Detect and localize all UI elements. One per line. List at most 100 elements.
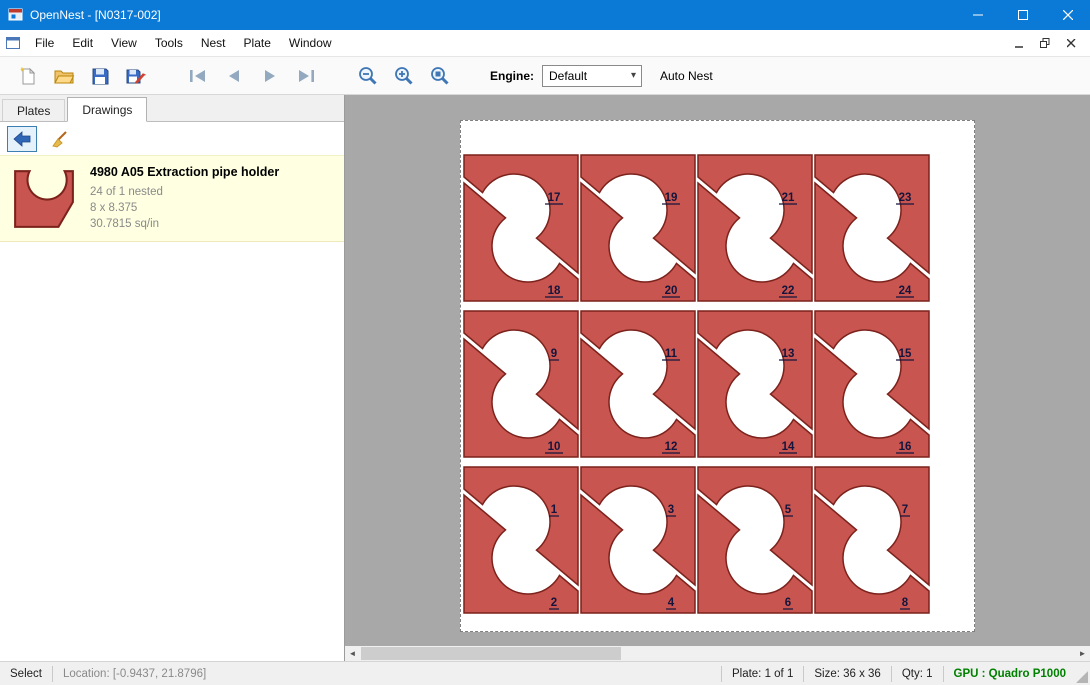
nest-pair[interactable]: 1516 [815,311,929,457]
nest-pair[interactable]: 1920 [581,155,695,301]
save-button[interactable] [82,59,118,93]
last-plate-button[interactable] [288,59,324,93]
menu-bar: File Edit View Tools Nest Plate Window [0,30,1090,57]
part-dimensions: 8 x 8.375 [90,200,279,216]
child-minimize-icon[interactable] [1008,33,1030,53]
main-toolbar: Engine: Default ▾ Auto Nest [0,57,1090,95]
resize-grip[interactable] [1076,671,1088,683]
zoom-in-button[interactable] [386,59,422,93]
previous-plate-button[interactable] [216,59,252,93]
open-file-button[interactable] [46,59,82,93]
engine-select[interactable]: Default ▾ [542,65,642,87]
part-number: 7 [902,504,908,516]
broom-icon [50,130,68,148]
part-number: 23 [899,192,912,204]
part-number: 5 [785,504,792,516]
nest-pair[interactable]: 13 14 [698,311,812,457]
nest-pair[interactable]: 11 12 [581,311,695,457]
tab-plates[interactable]: Plates [2,99,65,121]
part-nested-count: 24 of 1 nested [90,184,279,200]
app-icon [8,8,24,22]
nest-canvas[interactable]: 171819202122232491011121314151612345678 … [345,95,1090,661]
part-number: 9 [551,348,557,360]
tab-strip: Plates Drawings [0,95,344,122]
status-location: Location: [-0.9437, 21.8796] [53,662,216,685]
status-qty: Qty: 1 [892,662,943,685]
part-area: 30.7815 sq/in [90,216,279,232]
menu-file[interactable]: File [26,30,63,56]
scroll-right-icon[interactable]: ► [1075,646,1090,661]
nest-pair[interactable]: 12 [464,467,578,613]
part-number: 13 [782,348,795,360]
part-number: 18 [548,285,561,297]
part-number: 1 [551,504,558,516]
part-number: 3 [668,504,674,516]
menu-tools[interactable]: Tools [146,30,192,56]
part-number: 12 [665,441,678,453]
menu-view[interactable]: View [102,30,146,56]
nest-pair[interactable]: 56 [698,467,812,613]
part-number: 2 [551,597,557,609]
part-number: 14 [782,441,795,453]
nest-pair[interactable]: 21 22 [698,155,812,301]
nest-svg: 171819202122232491011121314151612345678 [461,121,974,631]
close-button[interactable] [1045,0,1090,30]
horizontal-scrollbar[interactable]: ◄ ► [345,646,1090,661]
status-gpu: GPU : Quadro P1000 [944,662,1076,685]
part-number: 22 [782,285,795,297]
part-number: 10 [548,441,561,453]
nest-pair[interactable]: 9 10 [464,311,578,457]
status-bar: Select Location: [-0.9437, 21.8796] Plat… [0,661,1090,685]
import-arrow-icon [13,131,31,147]
menu-nest[interactable]: Nest [192,30,235,56]
part-thumbnail [8,165,80,232]
part-number: 8 [902,597,909,609]
minimize-button[interactable] [955,0,1000,30]
status-mode: Select [0,662,52,685]
zoom-out-button[interactable] [350,59,386,93]
part-number: 15 [899,348,912,360]
plate[interactable]: 171819202122232491011121314151612345678 [460,120,975,632]
child-restore-icon[interactable] [1034,33,1056,53]
drawing-list-item[interactable]: 4980 A05 Extraction pipe holder 24 of 1 … [0,155,344,242]
part-name: 4980 A05 Extraction pipe holder [90,165,279,179]
menu-window[interactable]: Window [280,30,341,56]
part-number: 24 [899,285,912,297]
title-bar: OpenNest - [N0317-002] [0,0,1090,30]
part-number: 16 [899,441,912,453]
clear-drawings-button[interactable] [44,126,74,152]
auto-nest-label[interactable]: Auto Nest [660,69,713,83]
save-edit-button[interactable] [118,59,154,93]
status-size: Size: 36 x 36 [804,662,890,685]
menu-edit[interactable]: Edit [63,30,102,56]
part-number: 20 [665,285,678,297]
next-plate-button[interactable] [252,59,288,93]
maximize-button[interactable] [1000,0,1045,30]
first-plate-button[interactable] [180,59,216,93]
part-number: 19 [665,192,678,204]
nest-pair[interactable]: 34 [581,467,695,613]
new-file-button[interactable] [10,59,46,93]
scrollbar-thumb[interactable] [361,647,621,660]
child-close-icon[interactable] [1060,33,1082,53]
nest-pair[interactable]: 78 [815,467,929,613]
tab-drawings[interactable]: Drawings [67,97,147,122]
mdi-child-icon[interactable] [6,37,20,49]
drawings-toolbar [0,122,344,155]
part-number: 17 [548,192,561,204]
nest-pair[interactable]: 1718 [464,155,578,301]
part-number: 4 [668,597,675,609]
nest-pair[interactable]: 23 24 [815,155,929,301]
menu-plate[interactable]: Plate [235,30,280,56]
part-number: 21 [782,192,795,204]
scroll-left-icon[interactable]: ◄ [345,646,360,661]
zoom-fit-button[interactable] [422,59,458,93]
mdi-window-controls [1008,33,1090,53]
import-drawing-button[interactable] [7,126,37,152]
status-plate: Plate: 1 of 1 [722,662,803,685]
chevron-down-icon: ▾ [626,70,641,81]
engine-label: Engine: [490,69,534,83]
part-number: 11 [665,348,678,360]
engine-selected-value: Default [549,69,587,83]
window-title: OpenNest - [N0317-002] [30,8,955,22]
